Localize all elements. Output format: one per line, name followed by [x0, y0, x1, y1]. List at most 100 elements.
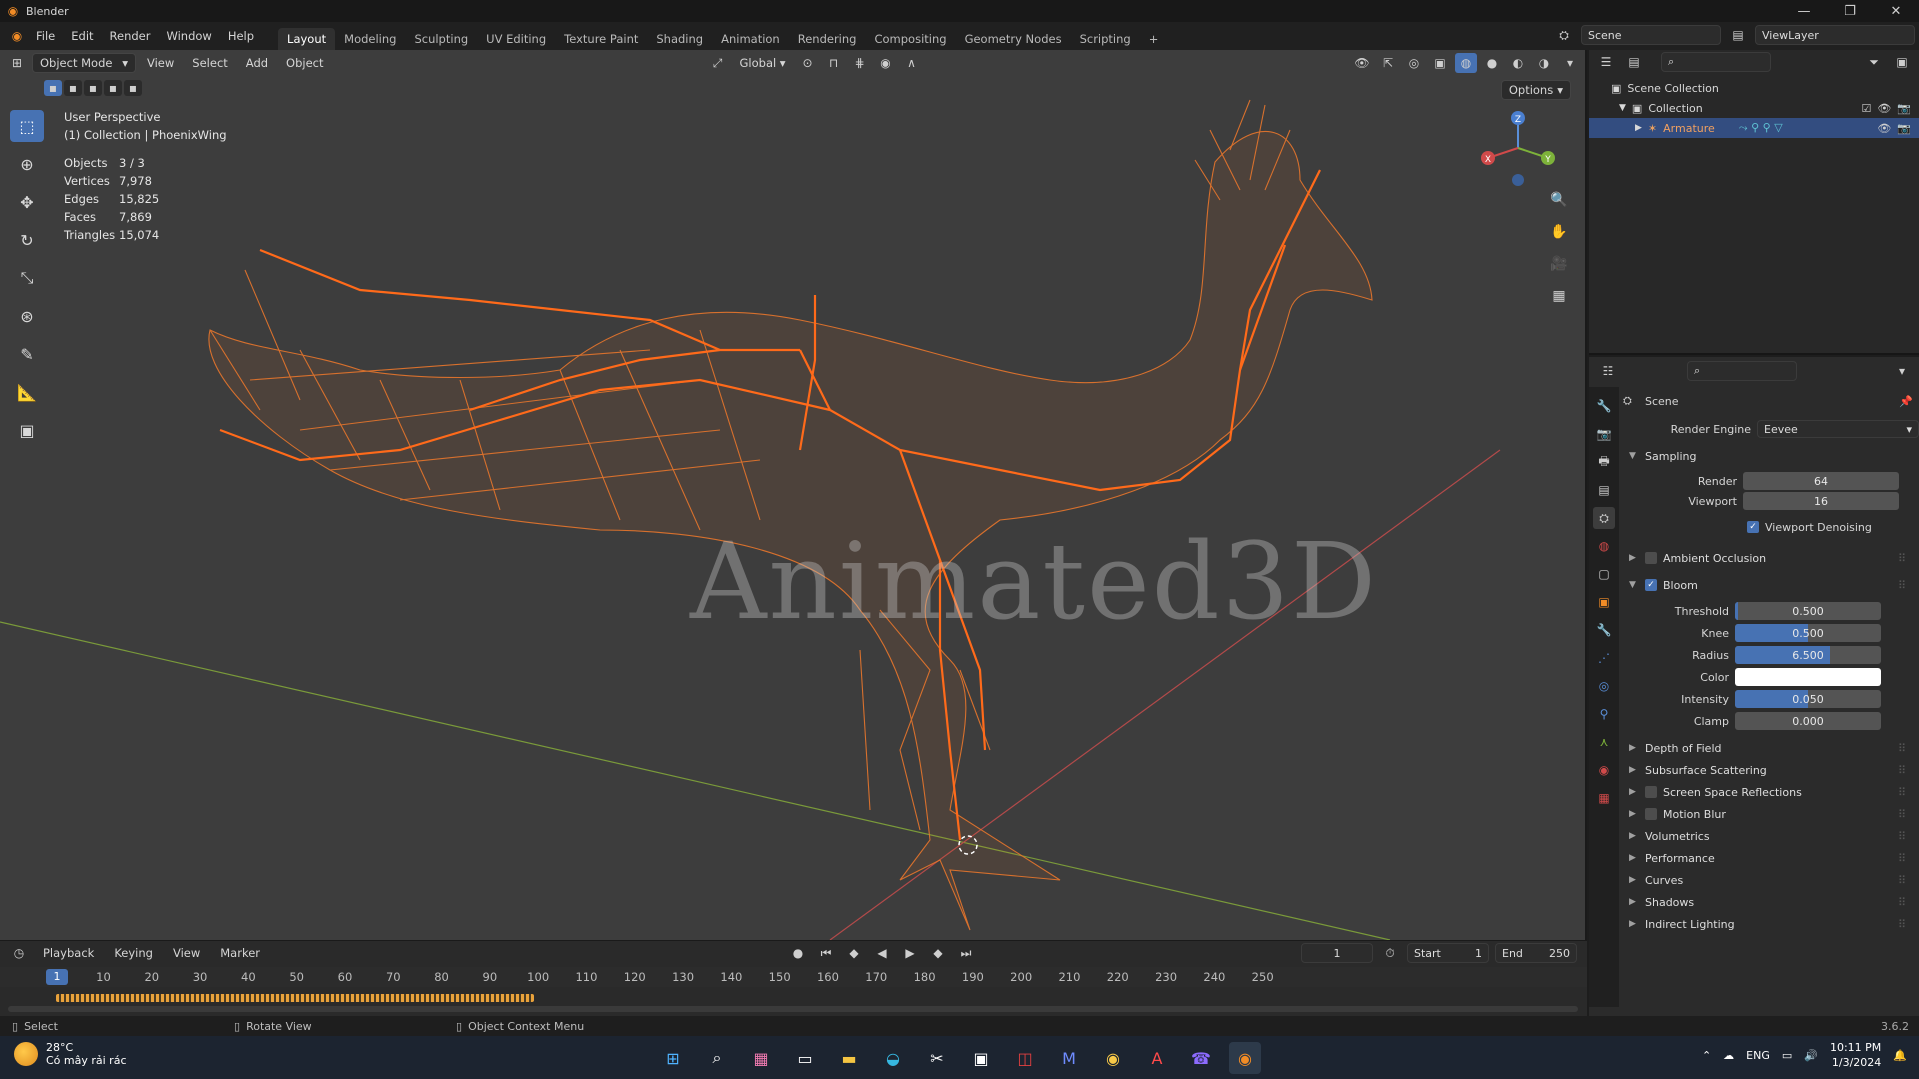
eye-icon[interactable]: 👁: [1877, 102, 1891, 115]
menu-help[interactable]: Help: [220, 22, 262, 50]
tool-tab-icon[interactable]: 🔧: [1593, 395, 1615, 417]
jump-end-icon[interactable]: ⏭: [955, 943, 977, 963]
drag-handle-icon[interactable]: ⠿: [1898, 808, 1906, 821]
minimize-button[interactable]: —: [1781, 0, 1827, 22]
weather-widget[interactable]: 28°C Có mây rải rác: [14, 1041, 127, 1067]
panel-bloom[interactable]: ▼ ✓ Bloom ⠿: [1623, 574, 1913, 596]
cloud-icon[interactable]: ☁: [1723, 1049, 1734, 1062]
panel-indirect-lighting[interactable]: ▶ Indirect Lighting ⠿: [1623, 913, 1913, 935]
panel-checkbox[interactable]: [1645, 808, 1657, 820]
wireframe-shading-icon[interactable]: ◍: [1455, 53, 1477, 73]
tab-modeling[interactable]: Modeling: [335, 28, 405, 50]
menu-object[interactable]: Object: [279, 53, 330, 73]
bloom-color-swatch[interactable]: [1735, 668, 1881, 686]
constraints-tab-icon[interactable]: ⚲: [1593, 703, 1615, 725]
overlays-icon[interactable]: ◎: [1403, 53, 1425, 73]
tab-geometry-nodes[interactable]: Geometry Nodes: [956, 28, 1071, 50]
collection-tab-icon[interactable]: ▢: [1593, 563, 1615, 585]
measure-tool-icon[interactable]: 📐: [10, 376, 44, 408]
panel-checkbox[interactable]: [1645, 786, 1657, 798]
select-new-icon[interactable]: ▪: [44, 80, 62, 96]
scene-selector[interactable]: Scene: [1581, 25, 1721, 45]
file-explorer-icon[interactable]: ▬: [833, 1042, 865, 1074]
panel-performance[interactable]: ▶ Performance ⠿: [1623, 847, 1913, 869]
outliner-row-armature[interactable]: ▶ ✶ Armature ⤳ ⚲ ⚲ ▽ 👁 📷: [1589, 118, 1919, 138]
menu-window[interactable]: Window: [158, 22, 219, 50]
neg-z-axis-handle[interactable]: [1512, 174, 1524, 186]
app-m-icon[interactable]: M: [1053, 1042, 1085, 1074]
menu-marker[interactable]: Marker: [213, 943, 267, 963]
tab-compositing[interactable]: Compositing: [865, 28, 955, 50]
transform-tool-icon[interactable]: ⊛: [10, 300, 44, 332]
menu-render[interactable]: Render: [102, 22, 159, 50]
pan-hand-icon[interactable]: ✋: [1547, 220, 1571, 244]
select-subtract-icon[interactable]: ▪: [84, 80, 102, 96]
snipping-tool-icon[interactable]: ✂: [921, 1042, 953, 1074]
display-icon[interactable]: ▭: [1782, 1049, 1792, 1062]
widgets-icon[interactable]: ▦: [745, 1042, 777, 1074]
new-collection-icon[interactable]: ▣: [1891, 52, 1913, 72]
viber-icon[interactable]: ☎: [1185, 1042, 1217, 1074]
ambient-occlusion-checkbox[interactable]: [1645, 552, 1657, 564]
menu-timeline-view[interactable]: View: [166, 943, 207, 963]
drag-handle-icon[interactable]: ⠿: [1898, 786, 1906, 799]
menu-keying[interactable]: Keying: [107, 943, 160, 963]
material-shading-icon[interactable]: ◐: [1507, 53, 1529, 73]
prev-keyframe-icon[interactable]: ◆: [843, 943, 865, 963]
chrome-icon[interactable]: ◉: [1097, 1042, 1129, 1074]
object-tab-icon[interactable]: ▣: [1593, 591, 1615, 613]
panel-screen-space-reflections[interactable]: ▶ Screen Space Reflections ⠿: [1623, 781, 1913, 803]
snap-icon[interactable]: ⊓: [823, 53, 845, 73]
physics-tab-icon[interactable]: ◎: [1593, 675, 1615, 697]
menu-playback[interactable]: Playback: [36, 943, 101, 963]
outliner-row-scene-collection[interactable]: ▣ Scene Collection: [1589, 78, 1919, 98]
tab-uv-editing[interactable]: UV Editing: [477, 28, 555, 50]
texture-tab-icon[interactable]: ▦: [1593, 787, 1615, 809]
transform-orientation-selector[interactable]: Global ▾: [733, 53, 793, 73]
notification-bell-icon[interactable]: 🔔: [1893, 1049, 1907, 1062]
select-invert-icon[interactable]: ▪: [104, 80, 122, 96]
acrobat-icon[interactable]: A: [1141, 1042, 1173, 1074]
camera-icon[interactable]: 📷: [1897, 102, 1911, 115]
camera-icon[interactable]: 📷: [1897, 122, 1911, 135]
scene-tab-icon[interactable]: ⛭: [1593, 507, 1615, 529]
timeline-editor[interactable]: ◷ Playback Keying View Marker ● ⏮ ◆ ◀ ▶ …: [0, 940, 1587, 1016]
sampling-render-field[interactable]: 64: [1743, 472, 1899, 490]
editor-type-icon[interactable]: ⊞: [6, 53, 28, 73]
outliner-search-input[interactable]: ⌕: [1661, 52, 1771, 72]
bloom-knee-slider[interactable]: 0.500: [1735, 624, 1881, 642]
timeline-scrollbar[interactable]: [8, 1006, 1578, 1012]
drag-handle-icon[interactable]: ⠿: [1898, 918, 1906, 931]
options-button[interactable]: Options ▾: [1500, 80, 1571, 100]
close-button[interactable]: ✕: [1873, 0, 1919, 22]
3d-viewport[interactable]: Animated3D ⊞ Object Mode ▾ View Select A…: [0, 50, 1587, 940]
viewlayer-selector[interactable]: ViewLayer: [1755, 25, 1915, 45]
tab-rendering[interactable]: Rendering: [789, 28, 866, 50]
pivot-point-icon[interactable]: ⊙: [797, 53, 819, 73]
record-icon[interactable]: ●: [787, 943, 809, 963]
timeline-editor-type-icon[interactable]: ◷: [8, 943, 30, 963]
blender-menu-icon[interactable]: ◉: [6, 26, 28, 46]
current-frame-indicator[interactable]: 1: [46, 969, 68, 985]
tab-animation[interactable]: Animation: [712, 28, 789, 50]
menu-edit[interactable]: Edit: [63, 22, 101, 50]
visibility-icon[interactable]: 👁: [1351, 53, 1373, 73]
viewport-denoising-checkbox[interactable]: ✓: [1747, 521, 1759, 533]
search-icon[interactable]: ⌕: [701, 1042, 733, 1074]
bloom-intensity-slider[interactable]: 0.050: [1735, 690, 1881, 708]
material-tab-icon[interactable]: ◉: [1593, 759, 1615, 781]
ortho-grid-icon[interactable]: ▦: [1547, 284, 1571, 308]
bloom-clamp-slider[interactable]: 0.000: [1735, 712, 1881, 730]
select-extend-icon[interactable]: ▪: [64, 80, 82, 96]
task-view-icon[interactable]: ▭: [789, 1042, 821, 1074]
chevron-down-icon[interactable]: ▾: [1891, 361, 1913, 381]
play-reverse-icon[interactable]: ◀: [871, 943, 893, 963]
render-engine-select[interactable]: Eevee ▾: [1757, 420, 1919, 438]
tab-shading[interactable]: Shading: [647, 28, 712, 50]
drag-handle-icon[interactable]: ⠿: [1898, 552, 1906, 565]
bloom-threshold-slider[interactable]: 0.500: [1735, 602, 1881, 620]
drag-handle-icon[interactable]: ⠿: [1898, 830, 1906, 843]
app-icon[interactable]: ◫: [1009, 1042, 1041, 1074]
menu-add[interactable]: Add: [239, 53, 275, 73]
select-intersect-icon[interactable]: ▪: [124, 80, 142, 96]
